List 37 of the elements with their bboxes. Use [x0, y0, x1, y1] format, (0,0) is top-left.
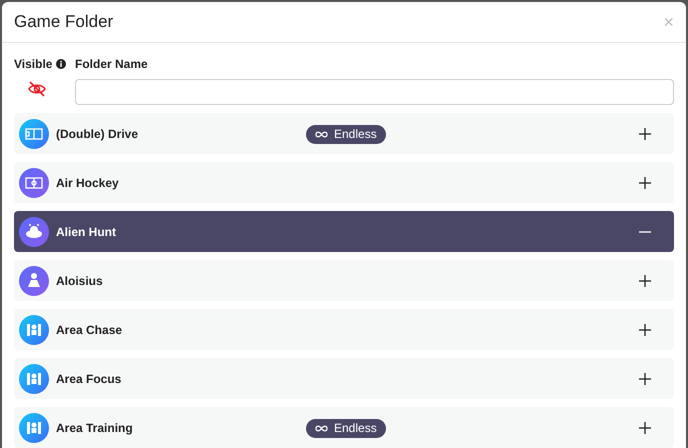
game-icon — [19, 118, 49, 148]
folder-name-field[interactable] — [75, 79, 674, 105]
endless-badge: Endless — [306, 124, 386, 144]
folder-name-label: Folder Name — [75, 56, 149, 73]
game-icon — [19, 412, 49, 442]
expand-icon[interactable] — [639, 324, 651, 336]
game-row[interactable]: Area Focus — [14, 358, 674, 399]
game-row[interactable]: Area Training Endless — [14, 407, 674, 448]
expand-icon[interactable] — [639, 176, 651, 188]
expand-icon[interactable] — [639, 274, 651, 286]
infinity-icon — [315, 130, 328, 138]
dialog-title: Game Folder — [14, 11, 114, 34]
expand-icon[interactable] — [639, 422, 651, 434]
game-name: Area Training — [56, 420, 134, 436]
game-name: Area Focus — [56, 370, 122, 388]
game-row[interactable]: Area Chase — [14, 309, 674, 350]
game-name: Air Hockey — [56, 174, 120, 192]
expand-icon[interactable] — [639, 128, 651, 140]
game-row[interactable]: Alien Hunt — [14, 211, 674, 252]
game-row[interactable]: Aloisius — [14, 260, 674, 301]
info-icon — [56, 59, 66, 69]
infinity-icon — [315, 424, 328, 432]
game-icon — [19, 216, 49, 246]
game-icon — [19, 314, 49, 344]
expand-icon[interactable] — [639, 372, 651, 384]
game-icon — [19, 168, 49, 198]
game-row[interactable]: Air Hockey — [14, 162, 674, 203]
game-name: Aloisius — [56, 272, 104, 290]
eye-off-icon[interactable] — [28, 81, 46, 97]
game-name: Alien Hunt — [56, 224, 117, 240]
game-icon — [19, 364, 49, 394]
visible-label: Visible — [14, 56, 52, 73]
game-name: (Double) Drive — [56, 126, 140, 142]
endless-badge: Endless — [306, 418, 386, 438]
game-icon — [19, 266, 49, 296]
game-row[interactable]: (Double) Drive Endless — [14, 113, 674, 154]
game-name: Area Chase — [56, 322, 124, 338]
